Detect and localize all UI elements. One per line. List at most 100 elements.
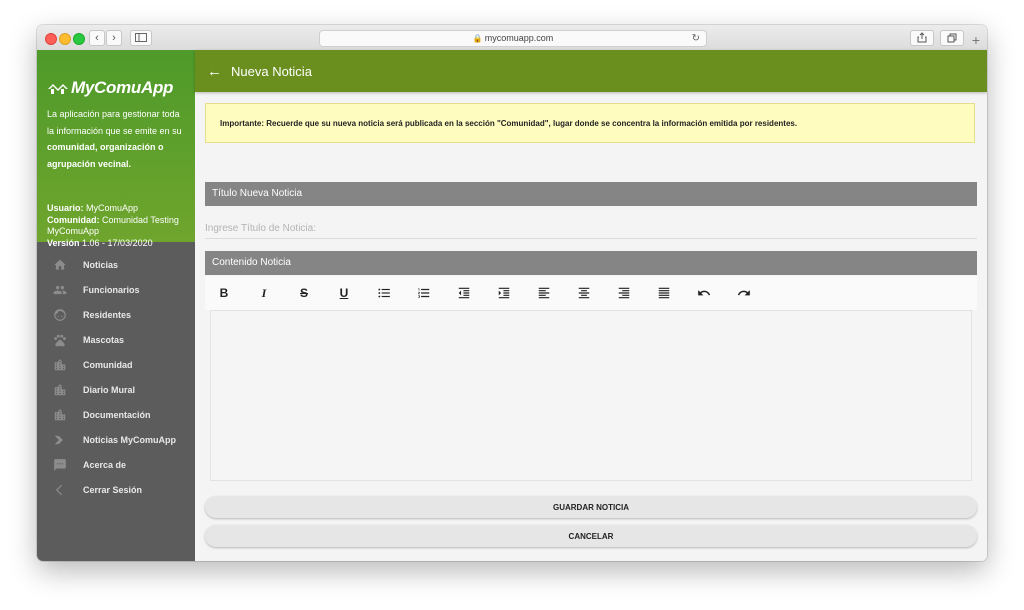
building-icon (53, 383, 67, 397)
back-arrow-icon[interactable]: ← (207, 63, 223, 80)
sidebar-item-documentacion[interactable]: Documentación (37, 402, 195, 427)
minimize-window-button[interactable] (59, 33, 71, 45)
content-section-header: Contenido Noticia (205, 251, 977, 275)
url-text: mycomuapp.com (484, 33, 554, 43)
reload-icon[interactable]: ↻ (692, 31, 700, 46)
bullet-list-button[interactable] (373, 284, 395, 302)
tabs-overview-button[interactable] (940, 30, 964, 46)
building-icon (53, 358, 67, 372)
building-icon (53, 408, 67, 422)
align-left-button[interactable] (533, 284, 555, 302)
lock-icon: 🔒 (472, 34, 483, 43)
strikethrough-button[interactable]: S (293, 284, 315, 302)
sidebar-item-diario-mural[interactable]: Diario Mural (37, 377, 195, 402)
sidebar-item-label: Mascotas (83, 334, 125, 345)
user-info: Usuario: MyComuApp (47, 203, 189, 215)
sidebar: MyComuApp La aplicación para gestionar t… (37, 50, 195, 561)
face-icon (53, 308, 67, 322)
editor-toolbar: B I S U (205, 276, 977, 310)
sidebar-item-acerca-de[interactable]: Acerca de (37, 452, 195, 477)
sidebar-item-label: Noticias MyComuApp (83, 434, 177, 445)
sidebar-item-label: Documentación (83, 409, 151, 420)
version-value: 1.06 - 17/03/2020 (82, 237, 153, 248)
logo-text: MyComuApp (71, 78, 174, 97)
home-icon (53, 258, 67, 272)
tabs-icon (947, 33, 957, 43)
new-tab-button[interactable]: + (969, 33, 983, 47)
news-title-input[interactable] (205, 218, 977, 239)
sidebar-item-label: Acerca de (83, 459, 127, 470)
sidebar-item-label: Comunidad (83, 359, 133, 370)
important-notice: Importante: Recuerde que su nueva notici… (205, 103, 975, 143)
align-right-button[interactable] (613, 284, 635, 302)
sidebar-toggle-button[interactable] (130, 30, 152, 46)
italic-button[interactable]: I (253, 284, 275, 302)
sidebar-item-label: Diario Mural (83, 384, 136, 395)
chat-icon (53, 458, 67, 472)
sidebar-item-noticias-mycomuapp[interactable]: Noticias MyComuApp (37, 427, 195, 452)
version-info: Versión 1.06 - 17/03/2020 (47, 238, 189, 250)
numbered-list-button[interactable] (413, 284, 435, 302)
page-title: Nueva Noticia (231, 63, 312, 79)
session-info: Usuario: MyComuApp Comunidad: Comunidad … (47, 203, 189, 249)
description-bold: comunidad, organización o agrupación vec… (47, 142, 164, 169)
app-description: La aplicación para gestionar toda la inf… (47, 106, 189, 172)
content-editor[interactable] (210, 310, 972, 481)
chevron-left-icon (53, 483, 67, 497)
community-label: Comunidad: (47, 214, 100, 225)
indent-icon (498, 287, 510, 299)
title-section-header: Título Nueva Noticia (205, 182, 977, 206)
sidebar-item-label: Cerrar Sesión (83, 484, 143, 495)
align-left-icon (538, 287, 550, 299)
app-header: ← Nueva Noticia (195, 50, 987, 92)
align-justify-button[interactable] (653, 284, 675, 302)
logo-icon (48, 84, 68, 94)
bold-button[interactable]: B (213, 284, 235, 302)
user-value: MyComuApp (86, 203, 139, 213)
align-right-icon (618, 287, 630, 299)
app-logo: MyComuApp (47, 78, 173, 98)
undo-icon (698, 290, 711, 296)
cancel-button[interactable]: CANCELAR (205, 525, 977, 547)
sidebar-item-funcionarios[interactable]: Funcionarios (37, 277, 195, 302)
share-button[interactable] (910, 30, 934, 46)
outdent-button[interactable] (453, 284, 475, 302)
sidebar-item-comunidad[interactable]: Comunidad (37, 352, 195, 377)
people-icon (53, 283, 67, 297)
user-label: Usuario: (47, 203, 84, 213)
sidebar-item-cerrar-sesion[interactable]: Cerrar Sesión (37, 477, 195, 502)
sidebar-item-mascotas[interactable]: Mascotas (37, 327, 195, 352)
share-icon (917, 32, 927, 43)
browser-titlebar: ‹ › 🔒 mycomuapp.com ↻ + (37, 25, 987, 51)
notice-text: Importante: Recuerde que su nueva notici… (220, 118, 798, 128)
undo-button[interactable] (693, 284, 715, 302)
numbered-list-icon (418, 288, 430, 298)
bullet-list-icon (378, 288, 390, 298)
browser-forward-button[interactable]: › (106, 30, 122, 46)
align-center-button[interactable] (573, 284, 595, 302)
browser-back-button[interactable]: ‹ (89, 30, 105, 46)
indent-button[interactable] (493, 284, 515, 302)
sidebar-toggle-icon (135, 33, 147, 42)
align-justify-icon (658, 287, 670, 299)
paw-icon (53, 333, 67, 347)
align-center-icon (578, 287, 590, 299)
save-news-button[interactable]: GUARDAR NOTICIA (205, 496, 977, 518)
underline-button[interactable]: U (333, 284, 355, 302)
outdent-icon (458, 287, 470, 299)
address-bar[interactable]: 🔒 mycomuapp.com ↻ (319, 30, 707, 47)
sidebar-item-label: Funcionarios (83, 284, 140, 295)
close-window-button[interactable] (45, 33, 57, 45)
redo-button[interactable] (733, 284, 755, 302)
arrow-chevron-icon (53, 433, 67, 447)
sidebar-item-noticias[interactable]: Noticias (37, 252, 195, 277)
description-text: La aplicación para gestionar toda la inf… (47, 109, 182, 136)
sidebar-menu: Noticias Funcionarios Residentes Mascota… (37, 252, 195, 502)
sidebar-header: MyComuApp La aplicación para gestionar t… (37, 50, 195, 248)
sidebar-item-label: Noticias (83, 259, 119, 270)
community-info: Comunidad: Comunidad Testing MyComuApp (47, 215, 189, 238)
sidebar-item-residentes[interactable]: Residentes (37, 302, 195, 327)
maximize-window-button[interactable] (73, 33, 85, 45)
version-label: Versión (47, 237, 80, 248)
sidebar-item-label: Residentes (83, 309, 132, 320)
